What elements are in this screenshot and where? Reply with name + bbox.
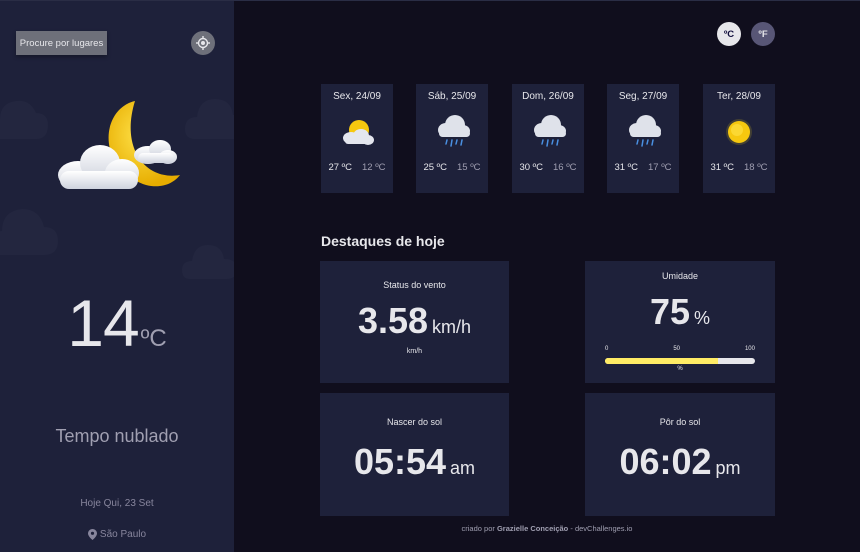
- forecast-min: 15 ºC: [457, 162, 481, 173]
- wind-status-card: Status do vento 3.58 km/h km/h: [320, 261, 509, 383]
- sun-icon: [726, 119, 752, 145]
- forecast-card: Ter, 28/09 31 ºC 18 ºC: [703, 84, 775, 193]
- current-temperature: 14ºC: [0, 285, 234, 361]
- background-cloud-icon: [185, 99, 234, 139]
- forecast-card: Sáb, 25/09 25 ºC 15 ºC: [416, 84, 488, 193]
- humidity-card: Umidade 75% 0 50 100 %: [585, 261, 775, 383]
- footer-site[interactable]: devChallenges.io: [575, 524, 633, 533]
- sun-cloud-icon: [343, 120, 374, 145]
- sunrise-label: Nascer do sol: [386, 417, 443, 427]
- humidity-scale: 0 50 100: [605, 346, 755, 352]
- search-places-button[interactable]: Procure por lugares: [16, 31, 107, 55]
- wind-unit: km/h: [432, 317, 472, 337]
- sunset-card: Pôr do sol 06:02 pm: [585, 393, 775, 516]
- forecast-day: Ter, 28/09: [717, 91, 761, 102]
- highlights-title: Destaques de hoje: [321, 233, 445, 249]
- humidity-bar-fill: [605, 358, 718, 364]
- forecast-max: 31 ºC: [710, 162, 734, 173]
- footer: criado por Grazielle Conceição - devChal…: [234, 524, 860, 533]
- forecast-max: 31 ºC: [614, 162, 638, 173]
- locate-button[interactable]: [191, 31, 215, 55]
- sunset-period: pm: [715, 458, 741, 478]
- sunset-label: Pôr do sol: [659, 417, 701, 427]
- footer-prefix: criado por: [461, 524, 495, 533]
- humidity-value: 75: [649, 291, 691, 332]
- wind-label: Status do vento: [383, 280, 446, 290]
- humidity-percent-label: %: [677, 366, 683, 372]
- scale-label: 0: [605, 346, 609, 352]
- rain-cloud-icon: [534, 115, 566, 147]
- forecast-card: Sex, 24/09 27 ºC 12 ºC: [321, 84, 393, 193]
- celsius-button[interactable]: ºC: [717, 22, 741, 46]
- forecast-day: Dom, 26/09: [522, 91, 574, 102]
- forecast-min: 18 ºC: [744, 162, 768, 173]
- sunrise-card: Nascer do sol 05:54 am: [320, 393, 509, 516]
- forecast-card: Dom, 26/09 30 ºC 16 ºC: [512, 84, 584, 193]
- forecast-max: 25 ºC: [423, 162, 447, 173]
- wind-sub-unit: km/h: [406, 348, 423, 355]
- scale-label: 50: [673, 346, 680, 352]
- background-cloud-icon: [182, 245, 234, 279]
- humidity-unit: %: [694, 308, 711, 328]
- wind-value: 3.58: [357, 300, 429, 341]
- moon-cloud-icon: [58, 101, 180, 189]
- humidity-bar: [605, 358, 755, 364]
- sunrise-period: am: [450, 458, 476, 478]
- fahrenheit-button[interactable]: ºF: [751, 22, 775, 46]
- forecast-day: Sáb, 25/09: [427, 91, 477, 102]
- forecast-min: 16 ºC: [553, 162, 577, 173]
- rain-cloud-icon: [438, 115, 470, 147]
- location: São Paulo: [0, 529, 234, 540]
- scale-label: 100: [744, 346, 755, 352]
- forecast-min: 17 ºC: [648, 162, 672, 173]
- forecast-card: Seg, 27/09 31 ºC 17 ºC: [607, 84, 679, 193]
- forecast-day: Seg, 27/09: [618, 91, 668, 102]
- sidebar: Procure por lugares 14ºC Tempo nublado H…: [0, 1, 234, 552]
- footer-author[interactable]: Grazielle Conceição: [497, 524, 568, 533]
- current-date: Hoje Qui, 23 Set: [80, 498, 154, 509]
- forecast-day: Sex, 24/09: [333, 91, 381, 102]
- forecast-min: 12 ºC: [362, 162, 386, 173]
- footer-separator: -: [570, 524, 573, 533]
- sunrise-time: 05:54: [353, 441, 447, 482]
- location-name: São Paulo: [99, 529, 147, 540]
- crosshair-icon: [196, 36, 210, 50]
- temperature-unit: ºC: [140, 325, 167, 352]
- forecast-max: 30 ºC: [519, 162, 543, 173]
- map-pin-icon: [87, 529, 97, 540]
- background-cloud-icon: [0, 209, 58, 255]
- sunset-time: 06:02: [619, 441, 712, 482]
- weather-condition: Tempo nublado: [55, 426, 179, 446]
- forecast-max: 27 ºC: [328, 162, 352, 173]
- rain-cloud-icon: [629, 115, 661, 147]
- temperature-value: 14: [67, 286, 139, 360]
- humidity-label: Umidade: [661, 271, 699, 281]
- background-cloud-icon: [0, 100, 48, 139]
